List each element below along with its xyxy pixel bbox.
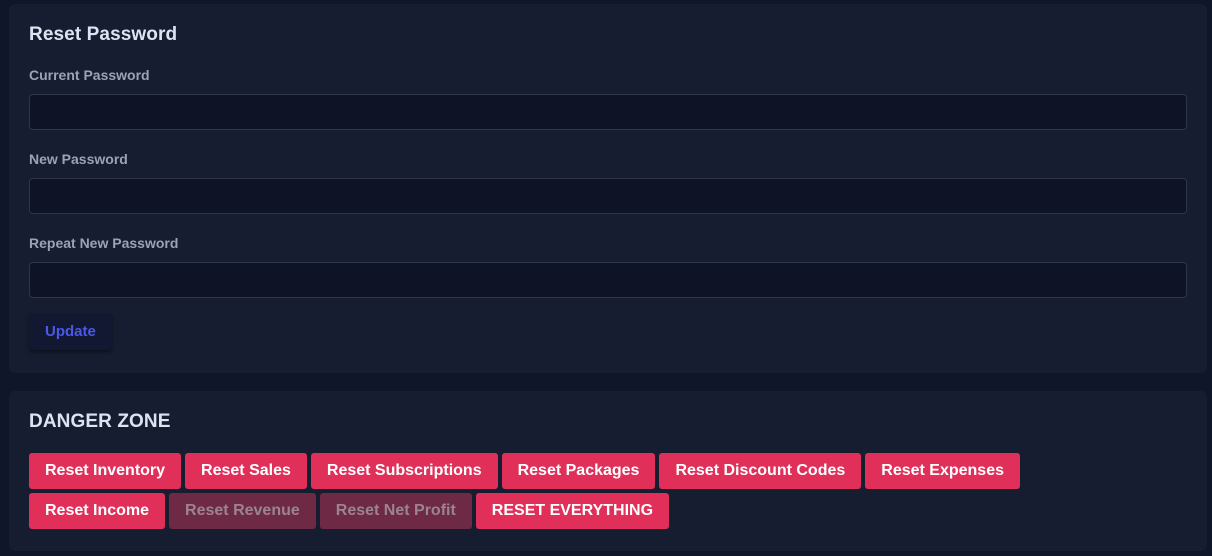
update-button[interactable]: Update (29, 313, 112, 350)
danger-zone-title: DANGER ZONE (29, 411, 171, 432)
reset-inventory-button[interactable]: Reset Inventory (29, 453, 182, 489)
current-password-input[interactable] (29, 94, 1187, 130)
reset-revenue-button: Reset Revenue (169, 493, 316, 529)
repeat-new-password-label: Repeat New Password (29, 235, 179, 251)
reset-password-title: Reset Password (29, 24, 178, 45)
current-password-label: Current Password (29, 67, 150, 83)
danger-row-2: Reset Income Reset Revenue Reset Net Pro… (29, 493, 1189, 529)
new-password-input[interactable] (29, 178, 1187, 214)
new-password-label: New Password (29, 151, 128, 167)
reset-subscriptions-button[interactable]: Reset Subscriptions (310, 453, 498, 489)
settings-page: Reset Password Current Password New Pass… (0, 0, 1212, 556)
reset-sales-button[interactable]: Reset Sales (185, 453, 307, 489)
repeat-new-password-input[interactable] (29, 262, 1187, 298)
danger-zone-card: DANGER ZONE Reset Inventory Reset Sales … (9, 391, 1207, 551)
danger-button-group: Reset Inventory Reset Sales Reset Subscr… (29, 453, 1189, 533)
reset-packages-button[interactable]: Reset Packages (501, 453, 656, 489)
reset-everything-button[interactable]: RESET EVERYTHING (475, 493, 670, 529)
reset-password-card: Reset Password Current Password New Pass… (9, 4, 1207, 373)
danger-row-1: Reset Inventory Reset Sales Reset Subscr… (29, 453, 1189, 489)
reset-expenses-button[interactable]: Reset Expenses (865, 453, 1020, 489)
reset-income-button[interactable]: Reset Income (29, 493, 166, 529)
reset-net-profit-button: Reset Net Profit (319, 493, 472, 529)
reset-discount-codes-button[interactable]: Reset Discount Codes (659, 453, 862, 489)
